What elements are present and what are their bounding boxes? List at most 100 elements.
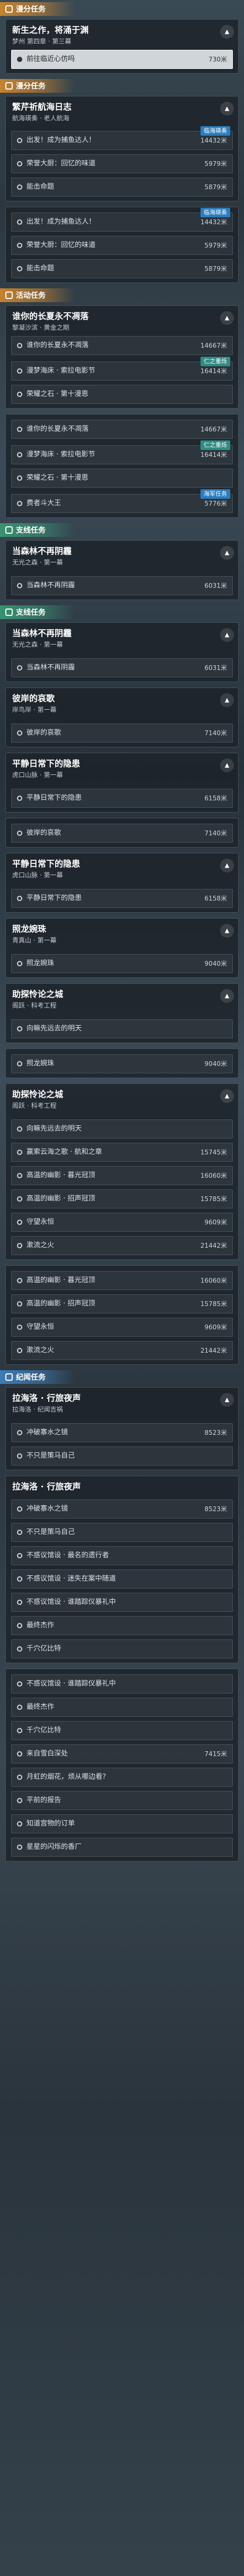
quest-step[interactable]: 不只是策马自己 xyxy=(11,1523,233,1542)
quest-step[interactable]: 冲破寨水之镜 8523米 xyxy=(11,1423,233,1442)
quest-step[interactable]: 守望永恒 9609米 xyxy=(11,1318,233,1337)
collapse-chevron-icon[interactable]: ▲ xyxy=(220,924,234,938)
quest-step[interactable]: 谁你的长夏永不凋落 14667米 xyxy=(11,336,233,355)
collapse-chevron-icon[interactable]: ▲ xyxy=(220,989,234,1003)
quest-step[interactable]: 不惑议馆设 · 谁踏踪仪暴礼中 xyxy=(11,1674,233,1693)
quest-step[interactable]: 前往临近心仿吗 730米 xyxy=(11,50,233,69)
quest-step[interactable]: 能击命题 5879米 xyxy=(11,178,233,197)
quest-step[interactable]: 彼岸的哀歌 7140米 xyxy=(11,824,233,843)
quest-card-c13[interactable]: 助探怜论之城 阁跃 · 科考工程 ▲ 向嘛先远去的明天 xyxy=(5,983,239,1043)
section-event: 活动任务 xyxy=(0,288,233,302)
track-dot-icon xyxy=(17,243,22,248)
quest-step[interactable]: 向嘛先远去的明天 xyxy=(11,1119,233,1139)
quest-card-c15[interactable]: 助探怜论之城 阁跃 · 科考工程 ▲ 向嘛先远去的明天 赢索云海之歌 · 航和之… xyxy=(5,1083,239,1260)
tag-badge: 海军任务 xyxy=(201,489,230,499)
quest-step[interactable]: 平静日常下的隐患 6158米 xyxy=(11,789,233,808)
collapse-chevron-icon[interactable]: ▲ xyxy=(220,102,234,116)
collapse-chevron-icon[interactable]: ▲ xyxy=(220,628,234,642)
quest-step[interactable]: 高温的幽影 · 招声冠顶 15785米 xyxy=(11,1189,233,1208)
quest-step[interactable]: 知道宫物的订单 xyxy=(11,1814,233,1833)
quest-step[interactable]: 千穴亿比特 xyxy=(11,1639,233,1658)
quest-step[interactable]: 不只是策马自己 xyxy=(11,1446,233,1466)
quest-step[interactable]: 谁你的长夏永不凋落 14667米 xyxy=(11,420,233,439)
section-side: 支线任务 xyxy=(0,523,233,537)
quest-step[interactable]: 费者斗大王 5776米 海军任务 xyxy=(11,489,233,513)
quest-card-c5[interactable]: 谁你的长夏永不凋落 14667米 漫梦海床 · 索拉电影节 16414米 仁之重… xyxy=(5,414,239,518)
quest-step[interactable]: 最终杰作 xyxy=(11,1698,233,1717)
quest-step[interactable]: 荣耀之石 · 第十漫恩 xyxy=(11,469,233,488)
quest-card-c6[interactable]: 当森林不再阴霾 无光之森 · 第一幕 ▲ 当森林不再阴霾 6031米 xyxy=(5,540,239,600)
quest-step[interactable]: 不惑议馆设 · 最名的遗行者 xyxy=(11,1546,233,1565)
track-dot-icon xyxy=(17,1530,22,1535)
quest-subtitle: 梦州 第四章 · 第三幕 xyxy=(12,38,72,45)
quest-step[interactable]: 能击命题 5879米 xyxy=(11,259,233,278)
quest-step[interactable]: 星星的闪烁的香厂 xyxy=(11,1838,233,1857)
quest-card-c8[interactable]: 彼岸的哀歌 岸鸟岸 · 第一幕 ▲ 彼岸的哀歌 7140米 xyxy=(5,687,239,747)
quest-step[interactable]: 出发！成为捕鱼达人！ 14432米 临海瑛奏 xyxy=(11,208,233,232)
quest-step[interactable]: 照龙婉珠 9040米 xyxy=(11,1054,233,1073)
quest-step[interactable]: 向嘛先远去的明天 xyxy=(11,1019,233,1038)
quest-card-c1[interactable]: 新生之作，将涌于渊 梦州 第四章 · 第三幕 ▲ 前往临近心仿吗 730米 xyxy=(5,19,239,74)
quest-card-c16[interactable]: 高温的幽影 · 暮光冠顶 16060米 高温的幽影 · 招声冠顶 15785米 … xyxy=(5,1265,239,1365)
quest-step[interactable]: 高温的幽影 · 招声冠顶 15785米 xyxy=(11,1294,233,1313)
track-dot-icon xyxy=(17,1681,22,1687)
quest-card-c18[interactable]: 拉海洛 · 行旅夜声 冲破寨水之镜 8523米 不只是策马自己 不惑议馆设 · … xyxy=(5,1476,239,1663)
quest-card-c10[interactable]: 彼岸的哀歌 7140米 xyxy=(5,818,239,848)
collapse-chevron-icon[interactable]: ▲ xyxy=(220,758,234,772)
quest-step[interactable]: 千穴亿比特 xyxy=(11,1721,233,1740)
track-dot-icon xyxy=(17,1061,22,1066)
event-icon xyxy=(5,292,13,299)
quest-step[interactable]: 出发！成为捕鱼达人！ 14432米 临海瑛奏 xyxy=(11,126,233,150)
collapse-chevron-icon[interactable]: ▲ xyxy=(220,546,234,560)
quest-step[interactable]: 彼岸的哀歌 7140米 xyxy=(11,724,233,743)
quest-step[interactable]: 赢索云海之歌 · 航和之章 15745米 xyxy=(11,1143,233,1162)
quest-card-c2[interactable]: 繁芹祈航海日志 航海瑛奏 · 老人航海 ▲ 出发！成为捕鱼达人！ 14432米 … xyxy=(5,96,239,201)
collapse-chevron-icon[interactable]: ▲ xyxy=(220,1393,234,1407)
quest-card-c9[interactable]: 平静日常下的隐患 虎口山脉 · 第一幕 ▲ 平静日常下的隐患 6158米 xyxy=(5,753,239,813)
quest-card-c11[interactable]: 平静日常下的隐患 虎口山脉 · 第一幕 ▲ 平静日常下的隐患 6158米 xyxy=(5,853,239,913)
track-dot-icon xyxy=(17,475,22,481)
quest-step[interactable]: 高温的幽影 · 暮光冠顶 16060米 xyxy=(11,1271,233,1290)
quest-step[interactable]: 来自雪白深处 7415米 xyxy=(11,1744,233,1763)
quest-step[interactable]: 高温的幽影 · 暮光冠顶 16060米 xyxy=(11,1166,233,1185)
collapse-chevron-icon[interactable]: ▲ xyxy=(220,25,234,39)
quest-step[interactable]: 漫梦海床 · 索拉电影节 16414米 仁之重烁 xyxy=(11,357,233,381)
section-main: 漫分任务 xyxy=(0,2,233,16)
track-dot-icon xyxy=(17,1775,22,1780)
quest-step[interactable]: 守望永恒 9609米 xyxy=(11,1213,233,1232)
track-dot-icon xyxy=(17,1301,22,1307)
track-dot-icon xyxy=(17,961,22,966)
section-legend: 纪闻任务 xyxy=(0,1370,233,1384)
quest-card-c7[interactable]: 当森林不再阴霾 无光之森 · 第一幕 ▲ 当森林不再阴霾 6031米 xyxy=(5,622,239,682)
quest-step[interactable]: 漱流之火 21442米 xyxy=(11,1236,233,1255)
collapse-chevron-icon[interactable]: ▲ xyxy=(220,859,234,872)
quest-step[interactable]: 荣耀之石 · 第十漫恩 xyxy=(11,385,233,404)
section-daily: 漫分任务 xyxy=(0,79,233,93)
track-dot-icon xyxy=(17,831,22,836)
collapse-chevron-icon[interactable]: ▲ xyxy=(220,1089,234,1103)
quest-step[interactable]: 月虹的烟花，烦从哪边看？ xyxy=(11,1768,233,1787)
quest-step[interactable]: 平静日常下的隐患 6158米 xyxy=(11,889,233,908)
quest-step[interactable]: 冲破寨水之镜 8523米 xyxy=(11,1499,233,1519)
quest-card-c14[interactable]: 照龙婉珠 9040米 xyxy=(5,1048,239,1078)
quest-step[interactable]: 照龙婉珠 9040米 xyxy=(11,954,233,973)
quest-step[interactable]: 荣誉大厨：回忆的味道 5979米 xyxy=(11,154,233,173)
quest-step[interactable]: 最终杰作 xyxy=(11,1616,233,1635)
quest-card-c3[interactable]: 出发！成为捕鱼达人！ 14432米 临海瑛奏 荣誉大厨：回忆的味道 5979米 … xyxy=(5,207,239,283)
quest-card-c17[interactable]: 拉海洛 · 行旅夜声 拉海洛 · 纪闻吉祸 ▲ 冲破寨水之镜 8523米 不只是… xyxy=(5,1387,239,1470)
quest-step[interactable]: 不惑议馆设 · 迷失在案中随道 xyxy=(11,1569,233,1589)
collapse-chevron-icon[interactable]: ▲ xyxy=(220,693,234,707)
quest-card-c4[interactable]: 谁你的长夏永不凋落 黎凝沙滨 · 黄金之期 ▲ 谁你的长夏永不凋落 14667米… xyxy=(5,305,239,409)
quest-card-c19[interactable]: 不惑议馆设 · 谁踏踪仪暴礼中 最终杰作 千穴亿比特 来自雪白深处 7415米 … xyxy=(5,1669,239,1862)
quest-step[interactable]: 漱流之火 21442米 xyxy=(11,1341,233,1360)
quest-step[interactable]: 不惑议馆设 · 谁踏踪仪暴礼中 xyxy=(11,1593,233,1612)
quest-step[interactable]: 漫梦海床 · 索拉电影节 16414米 仁之重烁 xyxy=(11,440,233,464)
collapse-chevron-icon[interactable]: ▲ xyxy=(220,311,234,325)
quest-title: 新生之作，将涌于渊 xyxy=(12,25,89,35)
quest-step[interactable]: 荣誉大厨：回忆的味道 5979米 xyxy=(11,236,233,255)
track-dot-icon xyxy=(17,1646,22,1652)
quest-step[interactable]: 当森林不再阴霾 6031米 xyxy=(11,576,233,595)
quest-card-c12[interactable]: 照龙婉珠 青真山 · 第一幕 ▲ 照龙婉珠 9040米 xyxy=(5,918,239,978)
quest-step[interactable]: 当森林不再阴霾 6031米 xyxy=(11,658,233,677)
quest-step[interactable]: 平前的报告 xyxy=(11,1791,233,1810)
